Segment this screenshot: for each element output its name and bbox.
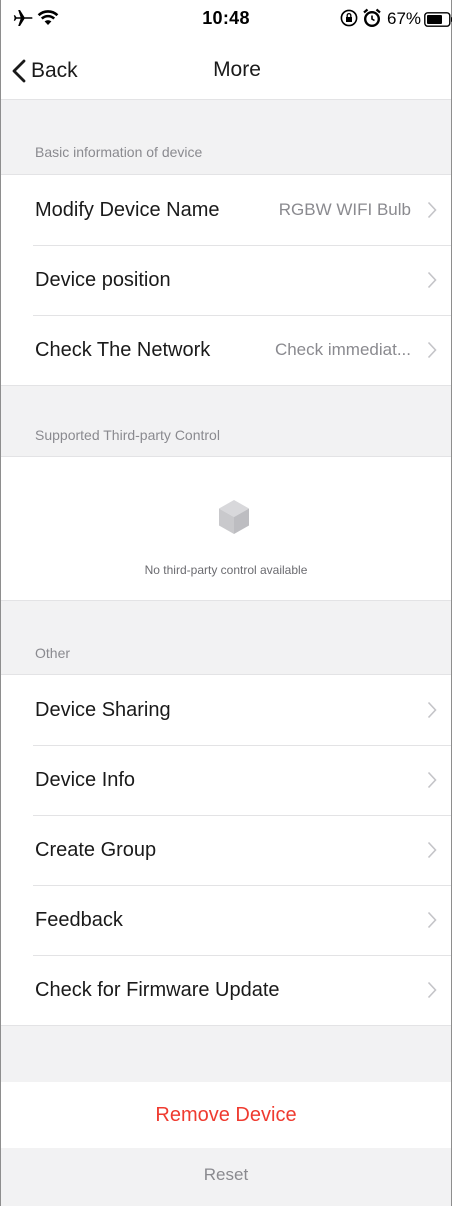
device-position-row[interactable]: Device position: [1, 245, 451, 315]
third-party-empty-state: No third-party control available: [1, 456, 451, 601]
modify-device-name-row[interactable]: Modify Device Name RGBW WIFI Bulb: [1, 175, 451, 245]
chevron-right-icon: [427, 271, 437, 289]
section-header-third-party: Supported Third-party Control: [35, 427, 220, 443]
remove-device-button[interactable]: Remove Device: [1, 1082, 451, 1148]
row-label: Check for Firmware Update: [35, 979, 280, 1001]
row-label: Create Group: [35, 839, 157, 861]
other-group: Device Sharing Device Info Create Group …: [1, 674, 451, 1026]
basic-info-group: Modify Device Name RGBW WIFI Bulb Device…: [1, 174, 451, 386]
alarm-icon: [363, 8, 381, 28]
page-title: More: [213, 58, 261, 81]
row-value: RGBW WIFI Bulb: [278, 200, 411, 219]
chevron-right-icon: [427, 771, 437, 789]
chevron-right-icon: [427, 911, 437, 929]
firmware-update-row[interactable]: Check for Firmware Update: [1, 955, 451, 1025]
row-label: Device Sharing: [35, 699, 171, 721]
row-label: Check The Network: [35, 339, 211, 361]
status-time: 10:48: [202, 8, 250, 28]
reset-button[interactable]: Reset: [1, 1152, 451, 1206]
rotation-lock-icon: [340, 9, 358, 27]
navigation-bar: Back More: [1, 40, 451, 100]
row-label: Device position: [35, 269, 171, 291]
battery-icon: [424, 12, 452, 27]
section-header-other: Other: [35, 645, 71, 661]
feedback-row[interactable]: Feedback: [1, 885, 451, 955]
row-value: Check immediat...: [274, 340, 411, 359]
device-info-row[interactable]: Device Info: [1, 745, 451, 815]
section-header-basic: Basic information of device: [35, 144, 203, 160]
chevron-right-icon: [427, 981, 437, 999]
chevron-right-icon: [427, 701, 437, 719]
row-label: Device Info: [35, 769, 136, 791]
empty-state-text: No third-party control available: [144, 563, 308, 577]
device-sharing-row[interactable]: Device Sharing: [1, 675, 451, 745]
chevron-right-icon: [427, 201, 437, 219]
empty-cube-icon: [219, 500, 249, 534]
check-network-row[interactable]: Check The Network Check immediat...: [1, 315, 451, 385]
row-label: Feedback: [35, 909, 123, 931]
row-label: Modify Device Name: [35, 199, 220, 221]
chevron-right-icon: [427, 341, 437, 359]
chevron-right-icon: [427, 841, 437, 859]
create-group-row[interactable]: Create Group: [1, 815, 451, 885]
battery-percent: 67%: [387, 9, 422, 28]
device-more-page: 10:48 67% Back More Basic information of: [0, 0, 452, 1206]
status-bar: 10:48 67%: [1, 0, 452, 40]
